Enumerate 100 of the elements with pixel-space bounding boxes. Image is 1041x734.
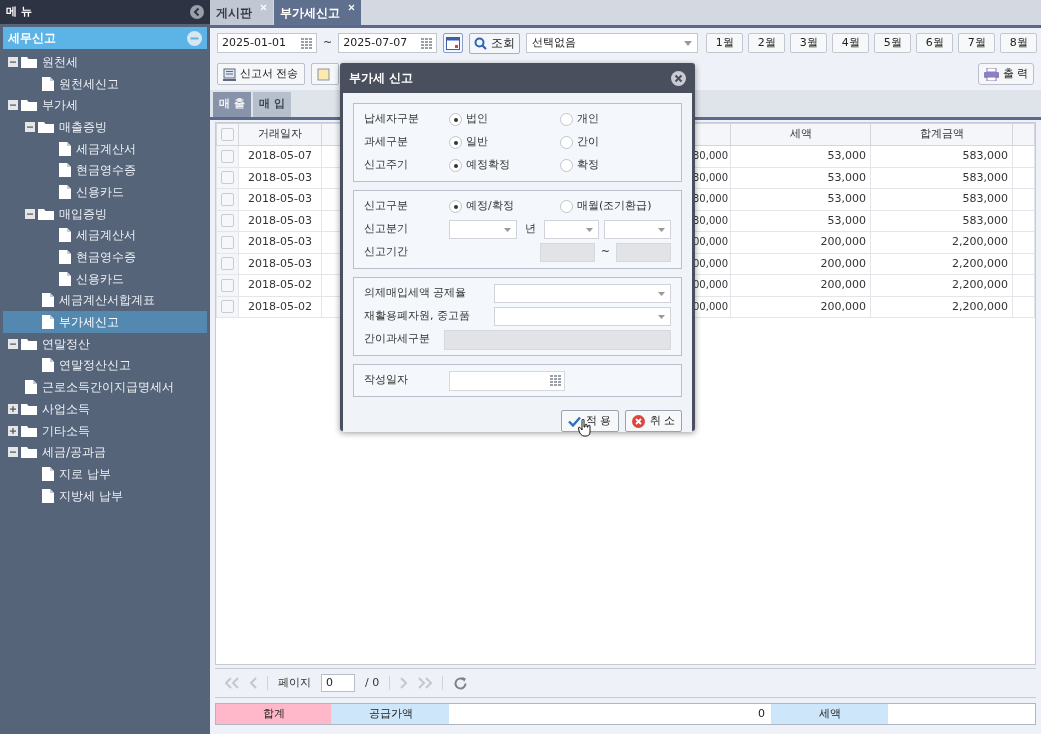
month-button[interactable]: 8월 xyxy=(1000,33,1038,53)
radio-button[interactable] xyxy=(449,159,462,172)
toolbar-button[interactable] xyxy=(310,63,339,85)
quarter-dropdown[interactable] xyxy=(543,220,600,239)
refresh-icon[interactable] xyxy=(453,675,469,691)
calendar-button[interactable] xyxy=(443,33,464,53)
next-page-icon[interactable] xyxy=(400,677,409,689)
collapse-icon[interactable] xyxy=(190,5,204,19)
checkbox[interactable] xyxy=(221,171,234,185)
tree-item[interactable]: 연말정산신고 xyxy=(3,354,207,377)
month-button[interactable]: 4월 xyxy=(832,33,870,53)
month-dropdown[interactable] xyxy=(604,220,671,239)
table-cell: 2,200,000 xyxy=(952,299,1008,313)
column-header[interactable]: 합계금액 xyxy=(919,127,964,141)
calendar-icon[interactable] xyxy=(550,375,561,386)
radio-button[interactable] xyxy=(560,200,573,213)
collapse-icon[interactable] xyxy=(8,447,18,458)
field-label: 과세구분 xyxy=(364,135,408,149)
calendar-icon[interactable] xyxy=(301,37,312,49)
apply-button[interactable]: 적 용 xyxy=(561,410,619,432)
checkbox[interactable] xyxy=(221,128,234,141)
period-start-field[interactable] xyxy=(539,243,595,262)
table-cell: 200,000 xyxy=(820,278,866,291)
dropdown-field[interactable] xyxy=(494,284,671,303)
tree-item[interactable]: 지로 납부 xyxy=(3,463,207,485)
radio-button[interactable] xyxy=(449,136,462,149)
tree-item[interactable]: 세금/공과금 xyxy=(3,441,207,464)
first-page-icon[interactable] xyxy=(225,677,239,689)
print-button[interactable]: 출 력 xyxy=(977,63,1034,85)
date-field[interactable]: 2025-07-07 xyxy=(338,33,438,53)
collapse-icon[interactable] xyxy=(25,121,35,132)
tree-item[interactable]: 세금계산서 xyxy=(3,137,207,160)
filter-dropdown[interactable]: 선택없음 xyxy=(526,33,699,53)
close-icon[interactable] xyxy=(671,70,686,86)
table-cell: 583,000 xyxy=(962,149,1008,162)
previous-page-icon[interactable] xyxy=(249,677,257,689)
send-report-button[interactable]: 신고서 전송 xyxy=(217,63,305,85)
month-button[interactable]: 5월 xyxy=(874,33,912,53)
tree-item[interactable]: 부가세신고 xyxy=(3,311,207,333)
month-button[interactable]: 2월 xyxy=(748,33,786,53)
column-header[interactable]: 세액 xyxy=(789,127,812,141)
radio-button[interactable] xyxy=(560,113,573,126)
table-cell: 53,000 xyxy=(827,192,866,205)
folder-icon xyxy=(21,402,37,415)
radio-button[interactable] xyxy=(449,200,462,213)
option-label: 예정확정 xyxy=(466,157,510,174)
tree-item[interactable]: 사업소득 xyxy=(3,398,207,420)
checkbox[interactable] xyxy=(221,257,234,271)
tree-item[interactable]: 신용카드 xyxy=(3,267,207,290)
month-button[interactable]: 1월 xyxy=(706,33,744,53)
radio-button[interactable] xyxy=(560,136,573,149)
checkbox[interactable] xyxy=(221,192,234,206)
collapse-icon[interactable] xyxy=(8,100,18,111)
calendar-icon[interactable] xyxy=(421,37,433,49)
tree-item[interactable]: 원천세 xyxy=(3,51,207,73)
month-button[interactable]: 7월 xyxy=(958,33,996,53)
checkbox[interactable] xyxy=(221,300,234,314)
month-button[interactable]: 6월 xyxy=(916,33,954,53)
collapse-icon[interactable] xyxy=(8,56,18,67)
checkbox[interactable] xyxy=(221,214,234,228)
tree-item[interactable]: 현금영수증 xyxy=(3,246,207,268)
page-field[interactable]: 0 xyxy=(321,674,355,692)
expand-icon[interactable] xyxy=(8,425,18,436)
tree-item[interactable]: 신용카드 xyxy=(3,181,207,203)
sub-tab[interactable]: 매 입 xyxy=(253,92,291,117)
cancel-button[interactable]: 취 소 xyxy=(624,410,682,432)
collapse-icon[interactable] xyxy=(25,208,35,219)
date-field[interactable]: 2025-01-01 xyxy=(217,33,317,53)
tree-item[interactable]: 현금영수증 xyxy=(3,159,207,182)
table-cell: 2018-05-02 xyxy=(248,299,312,313)
table-cell: 53,000 xyxy=(827,213,866,227)
tree-item[interactable]: 매입증빙 xyxy=(3,202,207,225)
last-page-icon[interactable] xyxy=(418,677,433,689)
search-button[interactable]: 조회 xyxy=(469,32,521,54)
tree-item[interactable]: 원천세신고 xyxy=(3,72,207,95)
tree-item[interactable]: 기타소득 xyxy=(3,419,207,442)
caret-icon xyxy=(503,227,511,232)
readonly-field[interactable] xyxy=(444,329,671,350)
tab[interactable]: 게시판 xyxy=(210,0,273,25)
checkbox[interactable] xyxy=(221,235,234,249)
date-field[interactable] xyxy=(449,370,565,391)
year-dropdown[interactable] xyxy=(449,220,517,239)
tree-item[interactable]: 연말정산 xyxy=(3,332,207,355)
tree-item[interactable]: 세금계산서 xyxy=(3,224,207,247)
month-button[interactable]: 3월 xyxy=(790,33,828,53)
checkbox[interactable] xyxy=(221,149,234,163)
period-end-field[interactable] xyxy=(615,243,671,262)
radio-button[interactable] xyxy=(560,159,573,172)
close-icon[interactable] xyxy=(348,4,355,11)
checkbox[interactable] xyxy=(221,278,234,292)
tab[interactable]: 부가세신고 xyxy=(274,0,361,25)
expand-icon[interactable] xyxy=(8,403,18,414)
tree-item[interactable]: 매출증빙 xyxy=(3,116,207,138)
tree-item[interactable]: 근로소득간이지급명세서 xyxy=(3,376,207,398)
collapse-icon[interactable] xyxy=(8,338,18,349)
dropdown-field[interactable] xyxy=(494,307,671,326)
tree-item[interactable]: 세금계산서합계표 xyxy=(3,289,207,312)
tree-item[interactable]: 지방세 납부 xyxy=(3,484,207,507)
tree-item[interactable]: 부가세 xyxy=(3,94,207,117)
radio-button[interactable] xyxy=(449,113,462,126)
